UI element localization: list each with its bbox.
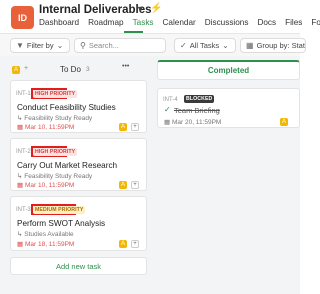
- filter-label: Filter by: [26, 41, 54, 50]
- assignee-avatar[interactable]: A: [280, 118, 288, 126]
- tab-discussions[interactable]: Discussions: [205, 18, 249, 32]
- column-count: 3: [86, 66, 90, 73]
- column-title: To Do: [60, 65, 81, 74]
- task-card[interactable]: INT-1 HIGH PRIORITY Conduct Feasibility …: [10, 80, 147, 133]
- task-due-date: ▦ Mar 10, 11:59PM: [17, 181, 74, 189]
- tab-calendar[interactable]: Calendar: [163, 18, 196, 32]
- task-due-date: ▦ Mar 18, 11:59PM: [17, 240, 74, 248]
- task-milestone: ↳ Feasibility Study Ready: [17, 114, 92, 122]
- assign-icon[interactable]: +: [24, 65, 28, 72]
- chevron-down-icon: ⌄: [222, 41, 229, 50]
- tab-roadmap[interactable]: Roadmap: [88, 18, 124, 32]
- priority-badge: HIGH PRIORITY: [33, 148, 78, 156]
- task-title[interactable]: Perform SWOT Analysis: [17, 219, 105, 228]
- search-input[interactable]: ⚲ Search...: [74, 38, 166, 53]
- add-assignee-icon[interactable]: +: [131, 123, 139, 131]
- check-circle-icon: ✓: [180, 41, 187, 50]
- due-date-label: Mar 18, 11:59PM: [24, 241, 75, 248]
- milestone-label: Studies Available: [24, 231, 74, 238]
- column-completed: Completed INT-4 BLOCKED ✓ Team Briefing …: [157, 60, 300, 290]
- due-date-label: Mar 10, 11:59PM: [24, 182, 75, 189]
- tab-files[interactable]: Files: [285, 18, 302, 32]
- tab-forms[interactable]: Forma: [311, 18, 320, 32]
- chevron-down-icon: ⌄: [56, 41, 64, 50]
- project-avatar[interactable]: ID: [11, 6, 34, 29]
- status-badge: BLOCKED: [184, 95, 215, 103]
- group-by-label: Group by: Status: [256, 41, 305, 50]
- task-id: INT-3: [16, 207, 31, 213]
- group-by-dropdown[interactable]: ▦ Group by: Status: [240, 38, 306, 53]
- tab-docs[interactable]: Docs: [257, 18, 276, 32]
- column-todo: A + To Do 3 ••• INT-1 HIGH PRIORITY Cond…: [10, 60, 147, 290]
- task-id: INT-1: [16, 91, 31, 97]
- kanban-board: A + To Do 3 ••• INT-1 HIGH PRIORITY Cond…: [0, 56, 300, 294]
- search-icon: ⚲: [80, 41, 86, 50]
- add-assignee-icon[interactable]: +: [131, 240, 139, 248]
- task-milestone: ↳ Feasibility Study Ready: [17, 172, 92, 180]
- task-card[interactable]: INT-3 MEDIUM PRIORITY Perform SWOT Analy…: [10, 196, 147, 251]
- due-date-label: Mar 20, 11:59PM: [171, 119, 222, 126]
- priority-badge: HIGH PRIORITY: [33, 90, 78, 98]
- milestone-icon: ↳: [17, 115, 23, 122]
- task-title[interactable]: Conduct Feasibility Studies: [17, 103, 116, 112]
- lightning-icon[interactable]: ⚡: [150, 3, 162, 14]
- task-id: INT-4: [163, 97, 178, 103]
- task-card[interactable]: INT-2 HIGH PRIORITY Carry Out Market Res…: [10, 138, 147, 191]
- calendar-icon: ▦: [164, 119, 171, 126]
- filter-button[interactable]: ▼ Filter by ⌄: [10, 38, 70, 53]
- task-title[interactable]: Team Briefing: [174, 106, 220, 115]
- project-nav: Dashboard Roadmap Tasks Calendar Discuss…: [39, 18, 320, 32]
- milestone-label: Feasibility Study Ready: [24, 173, 93, 180]
- search-placeholder: Search...: [88, 41, 119, 50]
- task-due-date: ▦ Mar 20, 11:59PM: [164, 118, 221, 126]
- priority-badge: MEDIUM PRIORITY: [33, 206, 86, 214]
- filter-icon: ▼: [16, 41, 24, 50]
- tab-tasks[interactable]: Tasks: [133, 18, 154, 32]
- project-title[interactable]: Internal Deliverables: [39, 4, 152, 16]
- column-avatar[interactable]: A: [12, 66, 20, 74]
- task-card[interactable]: INT-4 BLOCKED ✓ Team Briefing ▦ Mar 20, …: [157, 88, 300, 128]
- due-date-label: Mar 10, 11:59PM: [24, 124, 75, 131]
- column-menu-icon[interactable]: •••: [122, 63, 129, 70]
- project-header: ID Internal Deliverables ▼ ⚡ Dashboard R…: [0, 0, 320, 34]
- all-tasks-dropdown[interactable]: ✓ All Tasks ⌄: [174, 38, 236, 53]
- milestone-icon: ↳: [17, 173, 23, 180]
- milestone-label: Feasibility Study Ready: [24, 115, 93, 122]
- task-milestone: ↳ Studies Available: [17, 230, 74, 238]
- assignee-avatar[interactable]: A: [119, 181, 127, 189]
- task-title[interactable]: Carry Out Market Research: [17, 161, 117, 170]
- add-new-task-button[interactable]: Add new task: [10, 257, 147, 275]
- column-header: A + To Do 3 •••: [10, 60, 147, 78]
- calendar-icon: ▦: [17, 241, 24, 248]
- chevron-down-icon[interactable]: ▼: [136, 4, 145, 14]
- check-icon[interactable]: ✓: [164, 105, 171, 114]
- calendar-icon: ▦: [17, 124, 24, 131]
- milestone-icon: ↳: [17, 231, 23, 238]
- assignee-avatar[interactable]: A: [119, 240, 127, 248]
- all-tasks-label: All Tasks: [189, 41, 220, 50]
- calendar-icon: ▦: [17, 182, 24, 189]
- add-assignee-icon[interactable]: +: [131, 181, 139, 189]
- task-id: INT-2: [16, 149, 31, 155]
- assignee-avatar[interactable]: A: [119, 123, 127, 131]
- task-due-date: ▦ Mar 10, 11:59PM: [17, 123, 74, 131]
- group-icon: ▦: [246, 41, 254, 50]
- tab-dashboard[interactable]: Dashboard: [39, 18, 79, 32]
- column-title: Completed: [157, 60, 300, 80]
- toolbar: ▼ Filter by ⌄ ⚲ Search... ✓ All Tasks ⌄ …: [0, 34, 306, 56]
